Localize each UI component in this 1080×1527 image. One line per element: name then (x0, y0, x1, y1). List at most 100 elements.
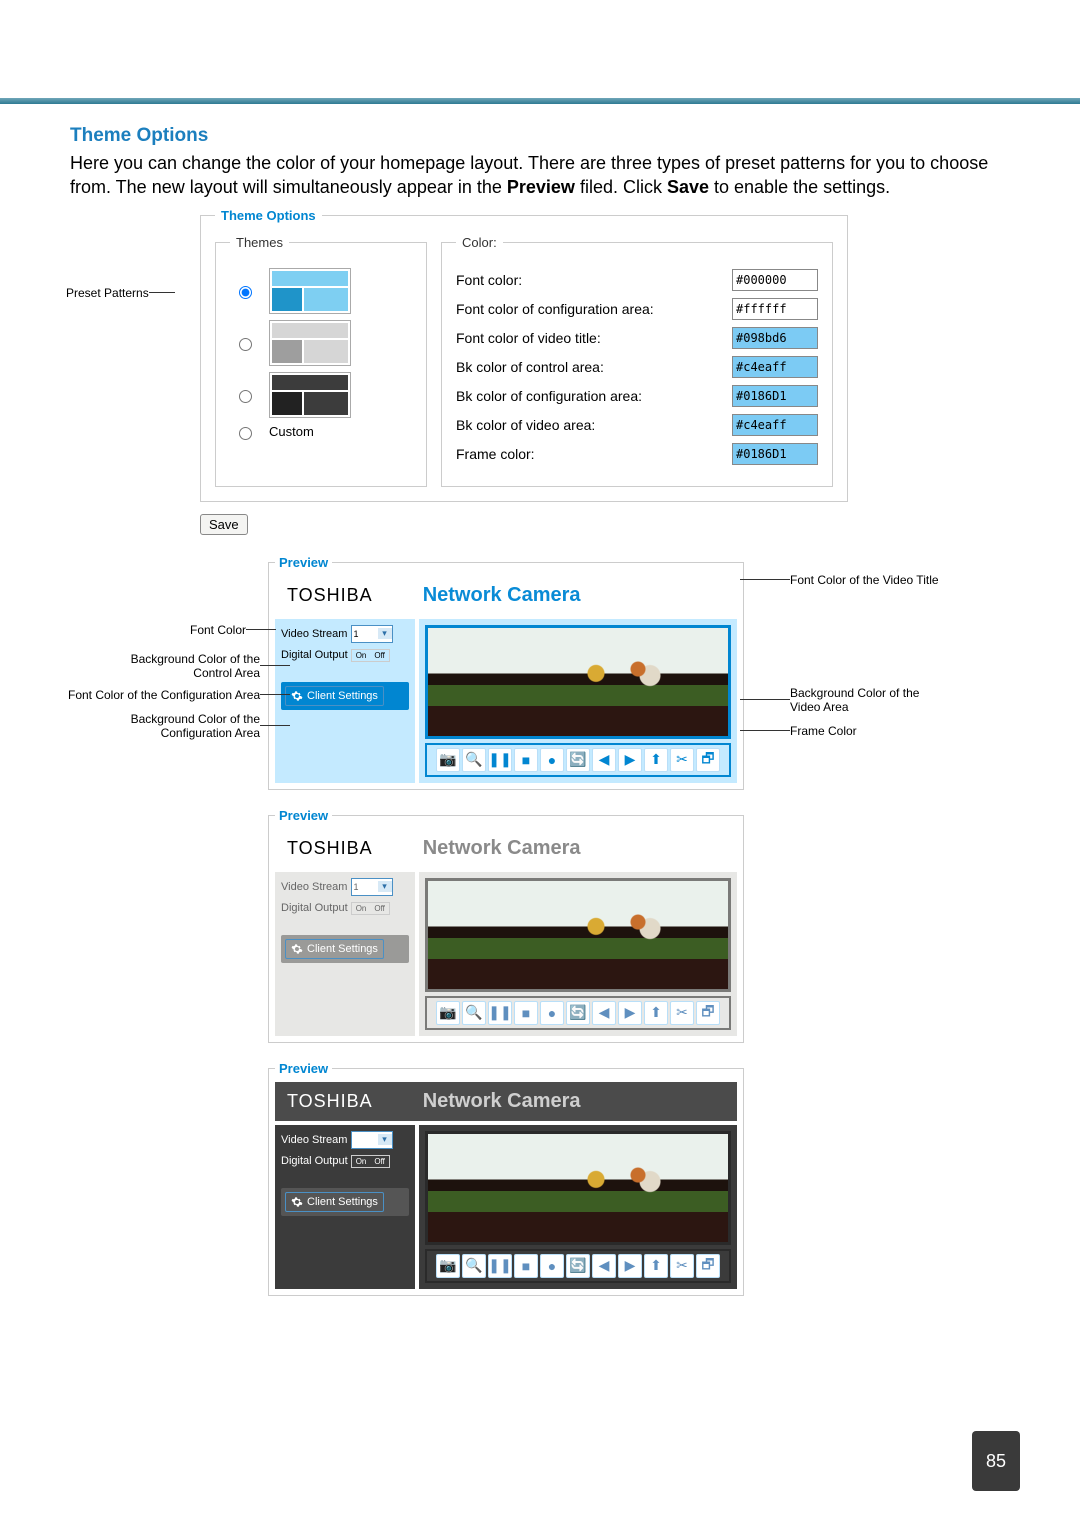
color-input[interactable] (732, 269, 818, 291)
video-frame (425, 625, 731, 739)
toolbar-button-1[interactable]: 🔍 (462, 1001, 486, 1025)
toolbar-button-7[interactable]: ▶ (618, 1254, 642, 1278)
video-toolbar: 📷🔍❚❚■●🔄◀▶⬆✂🗗 (425, 743, 731, 777)
toolbar-button-0[interactable]: 📷 (436, 1001, 460, 1025)
color-row-5: Bk color of video area: (456, 414, 818, 436)
theme-pattern-custom[interactable]: Custom (234, 424, 408, 440)
client-settings-label: Client Settings (307, 1196, 378, 1208)
toolbar-button-2[interactable]: ❚❚ (488, 1001, 512, 1025)
video-frame (425, 1131, 731, 1245)
video-scene (428, 881, 728, 989)
toolbar-button-0[interactable]: 📷 (436, 748, 460, 772)
preview-legend: Preview (275, 555, 332, 570)
video-area: 📷🔍❚❚■●🔄◀▶⬆✂🗗 (419, 619, 737, 783)
intro-text: Here you can change the color of your ho… (70, 151, 1020, 200)
control-area: Video Stream 1▾Digital Output OnOffClien… (275, 619, 415, 783)
color-input[interactable] (732, 385, 818, 407)
toolbar-button-4[interactable]: ● (540, 1001, 564, 1025)
color-input[interactable] (732, 356, 818, 378)
toolbar-button-5[interactable]: 🔄 (566, 1001, 590, 1025)
digital-output-row: Digital Output OnOff (281, 902, 409, 915)
toolbar-button-3[interactable]: ■ (514, 1254, 538, 1278)
save-button[interactable]: Save (200, 514, 248, 535)
toolbar-button-8[interactable]: ⬆ (644, 1254, 668, 1278)
video-toolbar: 📷🔍❚❚■●🔄◀▶⬆✂🗗 (425, 1249, 731, 1283)
preview-legend: Preview (275, 808, 332, 823)
preview-body: Video Stream 1▾Digital Output OnOffClien… (275, 619, 737, 783)
toolbar-button-10[interactable]: 🗗 (696, 1001, 720, 1025)
document-page: Theme Options Here you can change the co… (0, 0, 1080, 1527)
annot-video-area-label: Background Color of the Video Area (790, 686, 950, 714)
toolbar-button-2[interactable]: ❚❚ (488, 748, 512, 772)
theme-pattern-3[interactable] (234, 372, 408, 418)
theme-radio-3[interactable] (239, 390, 252, 403)
color-row-6: Frame color: (456, 443, 818, 465)
toolbar-button-9[interactable]: ✂ (670, 1254, 694, 1278)
color-label: Font color of configuration area: (456, 301, 654, 317)
toolbar-button-1[interactable]: 🔍 (462, 1254, 486, 1278)
theme-radio-1[interactable] (239, 286, 252, 299)
toolbar-button-6[interactable]: ◀ (592, 748, 616, 772)
toolbar-button-3[interactable]: ■ (514, 1001, 538, 1025)
toolbar-button-6[interactable]: ◀ (592, 1254, 616, 1278)
themes-panel: Themes (215, 235, 427, 487)
toolbar-button-0[interactable]: 📷 (436, 1254, 460, 1278)
digital-output-toggle[interactable]: OnOff (351, 1155, 390, 1168)
color-panel: Color: Font color:Font color of configur… (441, 235, 833, 487)
color-label: Frame color: (456, 446, 535, 462)
color-label: Font color of video title: (456, 330, 601, 346)
theme-pattern-1[interactable] (234, 268, 408, 314)
toolbar-button-9[interactable]: ✂ (670, 748, 694, 772)
configuration-area: Client Settings (281, 935, 409, 963)
custom-label: Custom (269, 424, 314, 439)
toolbar-button-7[interactable]: ▶ (618, 1001, 642, 1025)
theme-radio-custom[interactable] (239, 427, 252, 440)
client-settings-button[interactable]: Client Settings (285, 939, 384, 959)
toolbar-button-4[interactable]: ● (540, 748, 564, 772)
toolbar-button-10[interactable]: 🗗 (696, 1254, 720, 1278)
preview-header: TOSHIBANetwork Camera (275, 576, 737, 615)
gear-icon (291, 943, 303, 955)
preview-body: Video Stream 1▾Digital Output OnOffClien… (275, 1125, 737, 1289)
toolbar-button-7[interactable]: ▶ (618, 748, 642, 772)
toolbar-button-9[interactable]: ✂ (670, 1001, 694, 1025)
color-input[interactable] (732, 298, 818, 320)
toolbar-button-1[interactable]: 🔍 (462, 748, 486, 772)
color-row-0: Font color: (456, 269, 818, 291)
client-settings-button[interactable]: Client Settings (285, 1192, 384, 1212)
client-settings-button[interactable]: Client Settings (285, 686, 384, 706)
toolbar-button-4[interactable]: ● (540, 1254, 564, 1278)
color-input[interactable] (732, 327, 818, 349)
preview-panel-3: PreviewTOSHIBANetwork CameraVideo Stream… (268, 1061, 744, 1296)
annot-conf-font: Font Color of the Configuration Area (68, 688, 290, 702)
gear-icon (291, 1196, 303, 1208)
video-area: 📷🔍❚❚■●🔄◀▶⬆✂🗗 (419, 872, 737, 1036)
toolbar-button-3[interactable]: ■ (514, 748, 538, 772)
digital-output-row: Digital Output OnOff (281, 649, 409, 662)
video-title: Network Camera (423, 837, 581, 860)
digital-output-toggle[interactable]: OnOff (351, 902, 390, 915)
intro-save-word: Save (667, 177, 709, 197)
video-stream-select[interactable]: 1▾ (351, 878, 393, 896)
digital-output-toggle[interactable]: OnOff (351, 649, 390, 662)
color-input[interactable] (732, 414, 818, 436)
toolbar-button-8[interactable]: ⬆ (644, 1001, 668, 1025)
content: Theme Options Here you can change the co… (70, 125, 1020, 1296)
toolbar-button-5[interactable]: 🔄 (566, 748, 590, 772)
configuration-area: Client Settings (281, 682, 409, 710)
toolbar-button-8[interactable]: ⬆ (644, 748, 668, 772)
toolbar-button-10[interactable]: 🗗 (696, 748, 720, 772)
annot-conf-bg-label: Background Color of the Configuration Ar… (100, 712, 260, 740)
toolbar-button-6[interactable]: ◀ (592, 1001, 616, 1025)
preview-legend: Preview (275, 1061, 332, 1076)
theme-pattern-2[interactable] (234, 320, 408, 366)
figure-theme-options: Preset Patterns Theme Options Themes (70, 208, 970, 1296)
color-label: Bk color of control area: (456, 359, 604, 375)
video-stream-select[interactable]: 1▾ (351, 625, 393, 643)
toolbar-button-5[interactable]: 🔄 (566, 1254, 590, 1278)
color-input[interactable] (732, 443, 818, 465)
theme-radio-2[interactable] (239, 338, 252, 351)
toolbar-button-2[interactable]: ❚❚ (488, 1254, 512, 1278)
video-stream-select[interactable]: 1▾ (351, 1131, 393, 1149)
intro-part2: filed. Click (575, 177, 667, 197)
